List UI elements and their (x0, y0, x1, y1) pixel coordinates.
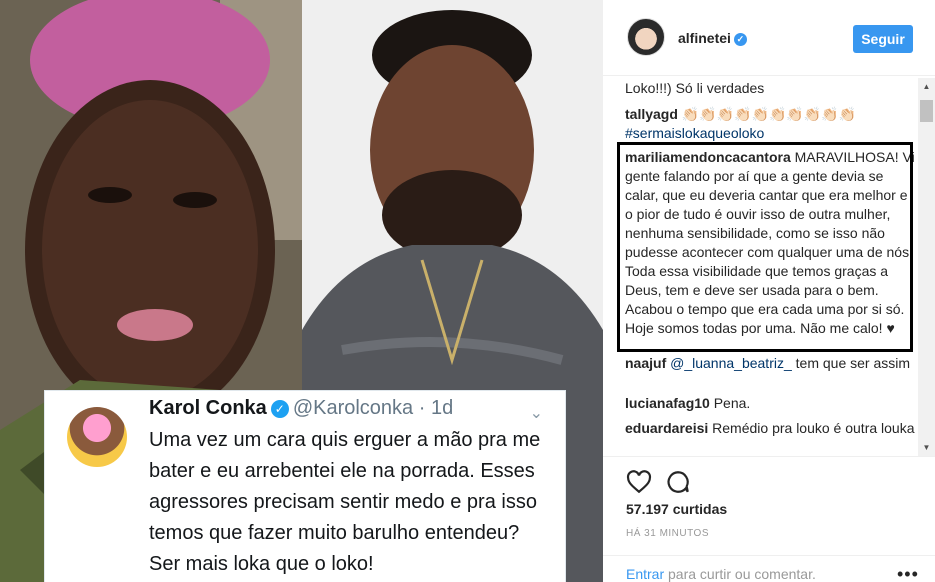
scroll-thumb[interactable] (920, 100, 933, 122)
comment-username[interactable]: tallyagd (625, 106, 678, 122)
comment-mention[interactable]: @_luanna_beatriz_ (670, 355, 792, 371)
username-text[interactable]: alfinetei (678, 30, 731, 46)
scroll-down-icon[interactable]: ▼ (918, 439, 935, 456)
tweet-author-name: Karol Conka (149, 397, 267, 419)
verified-badge-icon: ✓ (733, 33, 747, 46)
tweet-handle: @Karolconka (292, 397, 414, 419)
tweet-text: Uma vez um cara quis erguer a mão pra me… (149, 429, 541, 575)
tweet-time: · 1d (418, 397, 454, 419)
comment-hashtag[interactable]: #sermaislokaqueoloko (625, 125, 764, 141)
tweet-card: Karol Conka ✓ @Karolconka · 1d ⌄ Uma vez u… (44, 390, 566, 582)
scroll-up-icon[interactable]: ▲ (918, 78, 935, 95)
profile-username[interactable]: alfinetei ✓ (678, 30, 747, 46)
login-prompt: Entrar para curtir ou comentar. (626, 566, 816, 582)
post-actions: 57.197 curtidas HÁ 31 MINUTOS Entrar par… (603, 456, 935, 582)
comment-username[interactable]: eduardareisi (625, 420, 708, 436)
comment-username[interactable]: naajuf (625, 355, 666, 371)
comment-text: Remédio pra louko é outra louka (712, 420, 915, 436)
verified-icon: ✓ (270, 400, 289, 418)
tweet-avatar (67, 407, 127, 467)
post-header: alfinetei ✓ Seguir (603, 0, 935, 76)
profile-avatar[interactable] (627, 18, 665, 56)
tweet-header: Karol Conka ✓ @Karolconka · 1d (149, 397, 453, 420)
login-link[interactable]: Entrar (626, 566, 664, 582)
comment-text: tem que ser assim (791, 355, 911, 371)
post-timestamp[interactable]: HÁ 31 MINUTOS (626, 528, 709, 539)
comment-item: tallyagd 👏🏻👏🏻👏🏻👏🏻👏🏻👏🏻👏🏻👏🏻👏🏻👏🏻 #sermaislo… (625, 105, 917, 143)
comment-highlight-box (617, 142, 913, 352)
comment-text: 👏🏻👏🏻👏🏻👏🏻👏🏻👏🏻👏🏻👏🏻👏🏻👏🏻 (681, 106, 857, 122)
comment-icon[interactable] (665, 469, 691, 495)
post-media: Karol Conka ✓ @Karolconka · 1d ⌄ Uma vez u… (0, 0, 603, 582)
comment-text: Loko!!!) Só li verdades (625, 80, 765, 96)
login-bar: Entrar para curtir ou comentar. ••• (603, 555, 935, 582)
follow-button[interactable]: Seguir (853, 25, 913, 53)
comment-item: eduardareisi Remédio pra louko é outra l… (625, 419, 917, 438)
more-options-icon[interactable]: ••• (897, 564, 919, 582)
comment-item: lucianafag10 Pena. (625, 394, 917, 413)
comment-item: naajuf @_luanna_beatriz_ tem que ser ass… (625, 354, 917, 373)
heart-icon[interactable] (626, 469, 652, 495)
comment-username[interactable]: lucianafag10 (625, 395, 710, 411)
like-count[interactable]: 57.197 curtidas (626, 501, 727, 517)
comments-scrollbar[interactable]: ▲ ▼ (918, 78, 935, 456)
login-prompt-text: para curtir ou comentar. (664, 566, 816, 582)
chevron-down-icon: ⌄ (529, 405, 543, 422)
comment-item: Loko!!!) Só li verdades (625, 79, 917, 98)
comment-text: Pena. (713, 395, 751, 411)
